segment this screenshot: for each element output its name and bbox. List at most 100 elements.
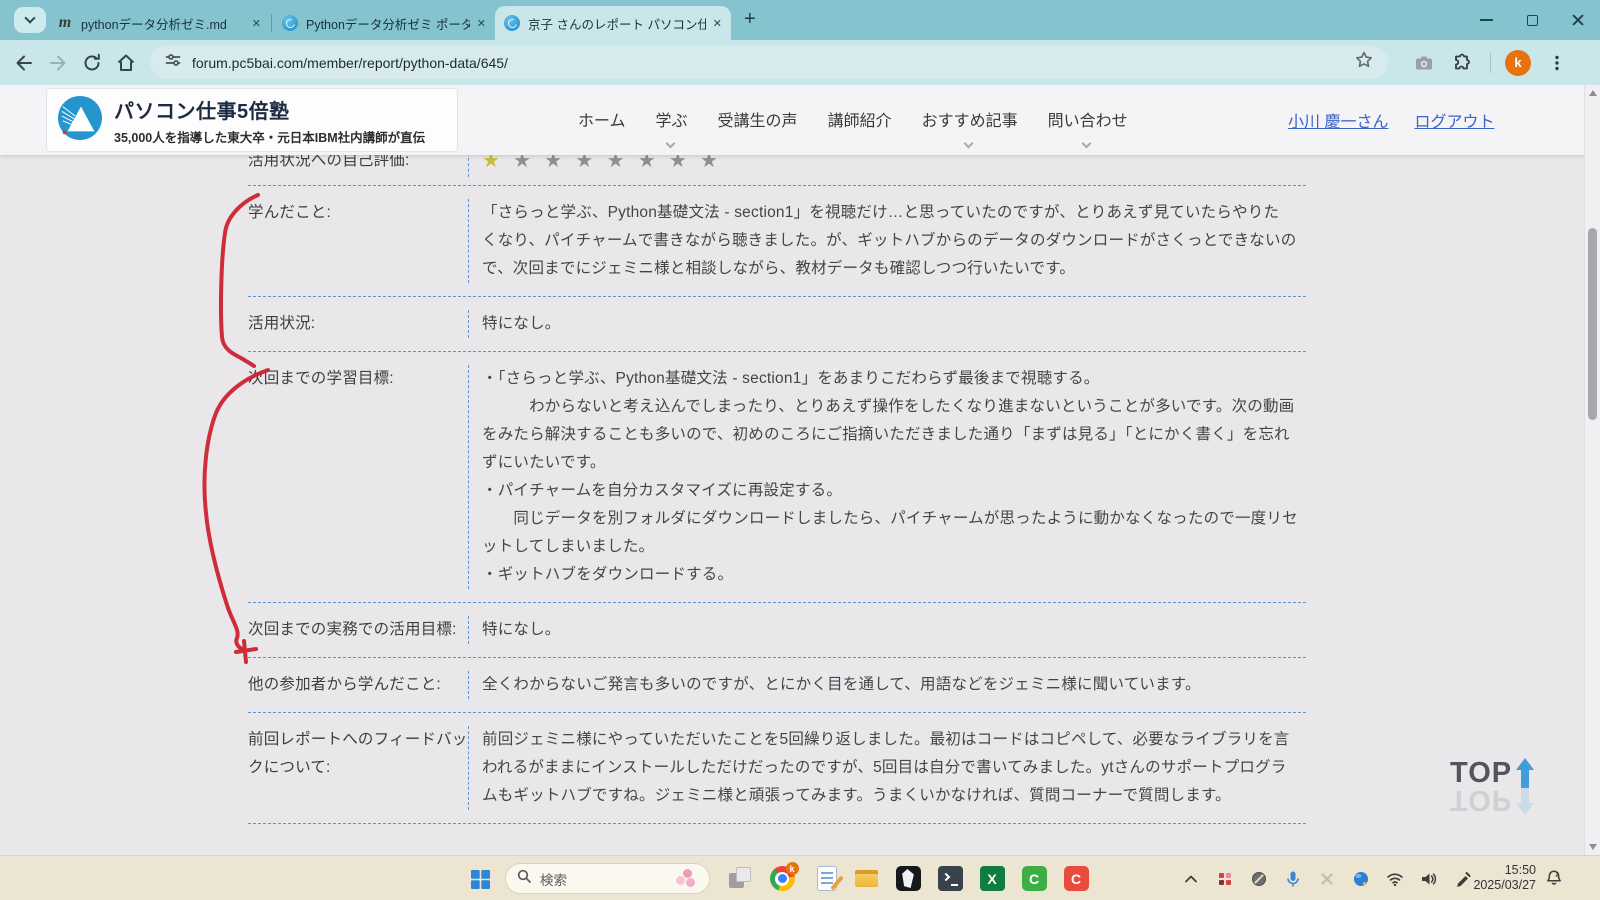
windows-logo-icon bbox=[471, 870, 490, 889]
nav-item-label: おすすめ記事 bbox=[922, 113, 1018, 130]
close-x-icon[interactable] bbox=[1316, 866, 1338, 892]
tab-close-icon[interactable]: ✕ bbox=[477, 17, 486, 30]
notification-bell-icon[interactable]: z bbox=[1544, 868, 1564, 893]
blocked-icon[interactable] bbox=[1248, 866, 1270, 892]
tab-close-icon[interactable]: ✕ bbox=[713, 17, 722, 30]
chevron-down-icon bbox=[665, 139, 675, 149]
nav-item-ホーム[interactable]: ホーム bbox=[578, 107, 626, 133]
tab-strip-tabs: mpythonデータ分析ゼミ.md✕Pythonデータ分析ゼミ ポータルトッ✕京… bbox=[48, 6, 731, 40]
nav-item-label: 学ぶ bbox=[656, 113, 688, 130]
nav-item-受講生の声[interactable]: 受講生の声 bbox=[718, 107, 798, 133]
report-row-label: 次回までの学習目標: bbox=[248, 365, 468, 589]
taskbar-clock[interactable]: 15:50 2025/03/27 bbox=[1462, 863, 1536, 893]
bookmark-star-icon[interactable] bbox=[1354, 50, 1374, 75]
scrollbar-up-arrow[interactable] bbox=[1589, 90, 1597, 96]
browser-tab[interactable]: Pythonデータ分析ゼミ ポータルトッ✕ bbox=[273, 6, 495, 40]
taskbar-excel-icon[interactable]: X bbox=[976, 860, 1008, 897]
nav-item-問い合わせ[interactable]: 問い合わせ bbox=[1048, 107, 1128, 133]
wifi-icon[interactable] bbox=[1384, 866, 1406, 892]
report-row-value: 全くわからないご発言も多いのですが、とにかく目を通して、用語などをジェミニ様に聞… bbox=[468, 671, 1306, 699]
report-row-label: 他の参加者から学んだこと: bbox=[248, 671, 468, 699]
report-row: 次回までの学習目標:・「さらっと学ぶ、Python基礎文法 - section1… bbox=[248, 352, 1306, 603]
screenshot-camera-icon[interactable] bbox=[1412, 51, 1436, 75]
taskbar-task-view-icon[interactable] bbox=[724, 860, 756, 897]
close-icon bbox=[1571, 13, 1585, 27]
site-logo-icon bbox=[57, 95, 103, 146]
report-row-value: 特になし。 bbox=[468, 616, 1306, 644]
profile-avatar[interactable]: k bbox=[1505, 50, 1531, 76]
reload-icon[interactable] bbox=[80, 51, 104, 75]
windows-taskbar: 検索 kXCC 15:50 2025/03/27 z bbox=[0, 855, 1600, 900]
report-row: 学んだこと:「さらっと学ぶ、Python基礎文法 - section1」を視聴だ… bbox=[248, 186, 1306, 297]
chevron-down-icon bbox=[24, 12, 35, 23]
nav-item-label: 講師紹介 bbox=[828, 113, 892, 130]
apps-grid-icon[interactable] bbox=[1214, 866, 1236, 892]
taskbar-chrome-icon[interactable]: k bbox=[766, 860, 798, 897]
main-nav: ホーム 学ぶ 受講生の声 講師紹介 おすすめ記事 問い合わせ bbox=[578, 85, 1128, 155]
maximize-button[interactable] bbox=[1524, 12, 1540, 28]
tab-search-button[interactable] bbox=[14, 7, 46, 33]
chevron-up-icon[interactable] bbox=[1180, 866, 1202, 892]
report-row: 次回までの実務での活用目標:特になし。 bbox=[248, 603, 1306, 658]
tab-separator bbox=[271, 14, 272, 32]
scrollbar-thumb[interactable] bbox=[1588, 228, 1597, 420]
taskbar-clipstudio-red-icon[interactable]: C bbox=[1060, 860, 1092, 897]
taskbar-capcut-green-icon[interactable]: C bbox=[1018, 860, 1050, 897]
report-row-value: 「さらっと学ぶ、Python基礎文法 - section1」を視聴だけ…と思って… bbox=[468, 199, 1306, 283]
site-favicon-icon bbox=[504, 15, 520, 31]
site-favicon-icon bbox=[282, 15, 298, 31]
new-tab-button[interactable]: + bbox=[744, 8, 756, 31]
chevron-down-icon bbox=[963, 139, 973, 149]
minimize-button[interactable] bbox=[1478, 12, 1494, 28]
url-bar[interactable]: forum.pc5bai.com/member/report/python-da… bbox=[150, 46, 1388, 79]
microphone-icon[interactable] bbox=[1282, 866, 1304, 892]
taskbar-terminal-icon[interactable] bbox=[934, 860, 966, 897]
url-text: forum.pc5bai.com/member/report/python-da… bbox=[192, 55, 508, 71]
browser-menu-kebab-icon[interactable] bbox=[1545, 51, 1569, 75]
browser-tab[interactable]: mpythonデータ分析ゼミ.md✕ bbox=[48, 6, 270, 40]
taskbar-notepad-icon[interactable] bbox=[808, 860, 840, 897]
home-icon[interactable] bbox=[114, 51, 138, 75]
system-tray bbox=[1180, 856, 1474, 900]
report-row-label: 前回レポートへのフィードバックについて: bbox=[248, 726, 468, 810]
report-row-value: 特になし。 bbox=[468, 310, 1306, 338]
site-info-icon[interactable] bbox=[164, 51, 182, 74]
seasonal-flower-icon bbox=[673, 867, 699, 891]
forward-icon[interactable] bbox=[46, 51, 70, 75]
clock-time: 15:50 bbox=[1462, 863, 1536, 878]
taskbar-explorer-icon[interactable] bbox=[850, 860, 882, 897]
tab-close-icon[interactable]: ✕ bbox=[252, 17, 261, 30]
taskbar-apps: kXCC bbox=[724, 860, 1092, 897]
user-profile-link[interactable]: 小川 慶一さん bbox=[1288, 108, 1388, 132]
scrollbar-down-arrow[interactable] bbox=[1589, 844, 1597, 850]
page-scrollbar[interactable] bbox=[1584, 85, 1600, 855]
browser-toolbar: forum.pc5bai.com/member/report/python-da… bbox=[0, 40, 1600, 85]
back-icon[interactable] bbox=[12, 51, 36, 75]
site-header: パソコン仕事5倍塾 35,000人を指導した東大卒・元日本IBM社内講師が直伝 … bbox=[0, 85, 1600, 155]
scroll-to-top-button[interactable]: TOP TOP bbox=[1450, 757, 1534, 816]
logout-link[interactable]: ログアウト bbox=[1414, 108, 1494, 132]
window-controls bbox=[1478, 0, 1586, 40]
report-row-label: 活用状況: bbox=[248, 310, 468, 338]
profile-badge: k bbox=[786, 862, 799, 875]
app-letter: X bbox=[980, 866, 1005, 891]
clock-date: 2025/03/27 bbox=[1462, 878, 1536, 893]
browser-tab[interactable]: 京子 さんのレポート パソコン仕事 5 ✕ bbox=[495, 6, 731, 40]
start-button[interactable] bbox=[466, 865, 494, 893]
nav-item-おすすめ記事[interactable]: おすすめ記事 bbox=[922, 107, 1018, 133]
site-logo-card[interactable]: パソコン仕事5倍塾 35,000人を指導した東大卒・元日本IBM社内講師が直伝 bbox=[46, 88, 458, 152]
nav-item-講師紹介[interactable]: 講師紹介 bbox=[828, 107, 892, 133]
report-row-label: 学んだこと: bbox=[248, 199, 468, 283]
nav-item-label: 受講生の声 bbox=[718, 113, 798, 130]
close-button[interactable] bbox=[1570, 12, 1586, 28]
nav-item-学ぶ[interactable]: 学ぶ bbox=[656, 107, 688, 133]
taskbar-search[interactable]: 検索 bbox=[505, 863, 710, 894]
sphere-icon[interactable] bbox=[1350, 866, 1372, 892]
taskbar-obsidian-icon[interactable] bbox=[892, 860, 924, 897]
extensions-puzzle-icon[interactable] bbox=[1450, 51, 1474, 75]
search-placeholder: 検索 bbox=[540, 869, 673, 889]
volume-icon[interactable] bbox=[1418, 866, 1440, 892]
report-row: 活用状況:特になし。 bbox=[248, 297, 1306, 352]
app-letter: C bbox=[1064, 866, 1089, 891]
tab-title: 京子 さんのレポート パソコン仕事 5 bbox=[528, 14, 706, 33]
